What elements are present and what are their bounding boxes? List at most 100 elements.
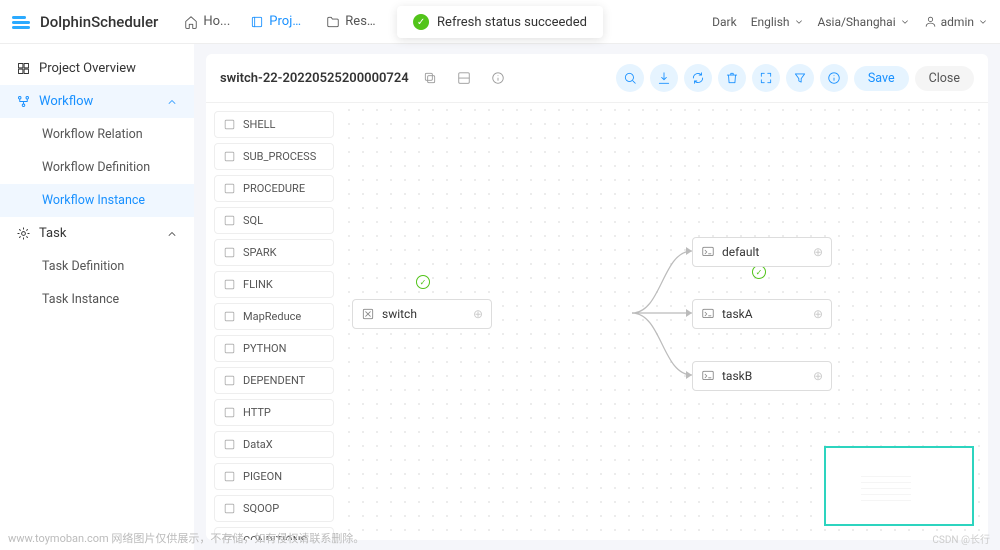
task-type-icon bbox=[223, 310, 236, 323]
workflow-canvas[interactable]: ✓ ✓ switch ⊕ default ⊕ bbox=[342, 103, 988, 540]
user-menu[interactable]: admin bbox=[924, 15, 988, 29]
workflow-icon bbox=[16, 94, 31, 109]
sidebar-item[interactable]: Workflow Instance bbox=[0, 184, 194, 217]
task-type-icon bbox=[223, 278, 236, 291]
node-more-icon[interactable]: ⊕ bbox=[813, 307, 823, 321]
sidebar-item[interactable]: Workflow Relation bbox=[0, 118, 194, 151]
task-type-icon bbox=[223, 374, 236, 387]
nav-label: Resourc... bbox=[345, 14, 382, 29]
footer-disclaimer: www.toymoban.com 网络图片仅供展示，不存储，如有侵权请联系删除。 bbox=[8, 530, 364, 546]
save-button[interactable]: Save bbox=[854, 66, 909, 91]
palette-item[interactable]: SQL bbox=[214, 207, 334, 234]
chevron-down-icon bbox=[978, 17, 988, 27]
palette-item[interactable]: SHELL bbox=[214, 111, 334, 138]
sidebar-label: Task bbox=[39, 226, 66, 241]
palette-item[interactable]: FLINK bbox=[214, 271, 334, 298]
task-type-icon bbox=[223, 150, 236, 163]
workflow-card: switch-22-20220525200000724 Save Close bbox=[206, 54, 988, 540]
workflow-name: switch-22-20220525200000724 bbox=[220, 71, 409, 86]
user-icon bbox=[924, 15, 937, 28]
sidebar-label: Project Overview bbox=[39, 61, 136, 76]
sidebar-item[interactable]: Task bbox=[0, 217, 194, 250]
node-label: switch bbox=[382, 307, 417, 321]
format-icon[interactable] bbox=[451, 65, 477, 91]
node-switch[interactable]: switch ⊕ bbox=[352, 299, 492, 329]
task-type-icon bbox=[223, 470, 236, 483]
sidebar-label: Task Definition bbox=[42, 259, 124, 274]
node-default[interactable]: default ⊕ bbox=[692, 237, 832, 267]
nav-folder[interactable]: Resourc... bbox=[318, 8, 390, 35]
copy-icon[interactable] bbox=[417, 65, 443, 91]
sidebar-item[interactable]: Project Overview bbox=[0, 52, 194, 85]
lang-select[interactable]: English bbox=[751, 15, 804, 29]
node-taska[interactable]: taskA ⊕ bbox=[692, 299, 832, 329]
close-button[interactable]: Close bbox=[915, 66, 974, 91]
palette-label: PROCEDURE bbox=[243, 182, 305, 195]
palette-label: SHELL bbox=[243, 118, 275, 131]
chevron-up-icon bbox=[166, 228, 178, 240]
shell-icon bbox=[701, 245, 715, 259]
footer-attribution: CSDN @长行 bbox=[932, 531, 990, 546]
sidebar-label: Task Instance bbox=[42, 292, 119, 307]
home-icon bbox=[184, 15, 198, 29]
nav-home[interactable]: Ho... bbox=[176, 8, 238, 35]
palette-label: DataX bbox=[243, 438, 273, 451]
node-more-icon[interactable]: ⊕ bbox=[813, 369, 823, 383]
check-circle-icon: ✓ bbox=[413, 14, 429, 30]
search-button[interactable] bbox=[616, 64, 644, 92]
task-type-icon bbox=[223, 246, 236, 259]
node-more-icon[interactable]: ⊕ bbox=[473, 307, 483, 321]
shell-icon bbox=[701, 307, 715, 321]
sidebar-item[interactable]: Workflow bbox=[0, 85, 194, 118]
palette-label: FLINK bbox=[243, 278, 273, 291]
node-more-icon[interactable]: ⊕ bbox=[813, 245, 823, 259]
nav-project[interactable]: Proje... bbox=[242, 8, 314, 35]
palette-item[interactable]: SQOOP bbox=[214, 495, 334, 522]
chevron-down-icon bbox=[794, 17, 804, 27]
delete-button[interactable] bbox=[718, 64, 746, 92]
palette-item[interactable]: MapReduce bbox=[214, 303, 334, 330]
task-palette: SHELL SUB_PROCESS PROCEDURE SQL SPARK FLINK Ma… bbox=[206, 103, 342, 540]
palette-item[interactable]: DataX bbox=[214, 431, 334, 458]
nav-label: Proje... bbox=[269, 14, 306, 29]
task-type-icon bbox=[223, 438, 236, 451]
task-type-icon bbox=[223, 182, 236, 195]
top-header: DolphinScheduler Ho... Proje... Resourc...… bbox=[0, 0, 1000, 44]
sidebar-item[interactable]: Task Instance bbox=[0, 283, 194, 316]
filter-button[interactable] bbox=[786, 64, 814, 92]
sidebar: Project Overview WorkflowWorkflow Relatio… bbox=[0, 44, 194, 550]
palette-label: SQOOP bbox=[243, 502, 279, 515]
project-icon bbox=[250, 15, 264, 29]
theme-toggle[interactable]: Dark bbox=[712, 15, 737, 29]
task-type-icon bbox=[223, 502, 236, 515]
palette-item[interactable]: HTTP bbox=[214, 399, 334, 426]
sidebar-item[interactable]: Workflow Definition bbox=[0, 151, 194, 184]
download-button[interactable] bbox=[650, 64, 678, 92]
node-label: default bbox=[722, 245, 759, 259]
palette-item[interactable]: PIGEON bbox=[214, 463, 334, 490]
palette-label: PYTHON bbox=[243, 342, 286, 355]
overview-icon bbox=[16, 61, 31, 76]
minimap[interactable] bbox=[824, 446, 974, 526]
palette-item[interactable]: SPARK bbox=[214, 239, 334, 266]
node-taskb[interactable]: taskB ⊕ bbox=[692, 361, 832, 391]
palette-item[interactable]: DEPENDENT bbox=[214, 367, 334, 394]
logo-icon bbox=[12, 13, 34, 31]
palette-item[interactable]: PYTHON bbox=[214, 335, 334, 362]
palette-label: PIGEON bbox=[243, 470, 282, 483]
toolbar: switch-22-20220525200000724 Save Close bbox=[206, 54, 988, 103]
palette-label: SPARK bbox=[243, 246, 277, 259]
brand-logo: DolphinScheduler bbox=[12, 13, 158, 31]
header-right: Dark English Asia/Shanghai admin bbox=[712, 15, 988, 29]
sidebar-item[interactable]: Task Definition bbox=[0, 250, 194, 283]
info-icon[interactable] bbox=[485, 65, 511, 91]
shell-icon bbox=[701, 369, 715, 383]
fullscreen-button[interactable] bbox=[752, 64, 780, 92]
task-type-icon bbox=[223, 342, 236, 355]
refresh-button[interactable] bbox=[684, 64, 712, 92]
palette-item[interactable]: PROCEDURE bbox=[214, 175, 334, 202]
brand-name: DolphinScheduler bbox=[40, 13, 158, 31]
timezone-select[interactable]: Asia/Shanghai bbox=[818, 15, 910, 29]
palette-item[interactable]: SUB_PROCESS bbox=[214, 143, 334, 170]
help-button[interactable] bbox=[820, 64, 848, 92]
